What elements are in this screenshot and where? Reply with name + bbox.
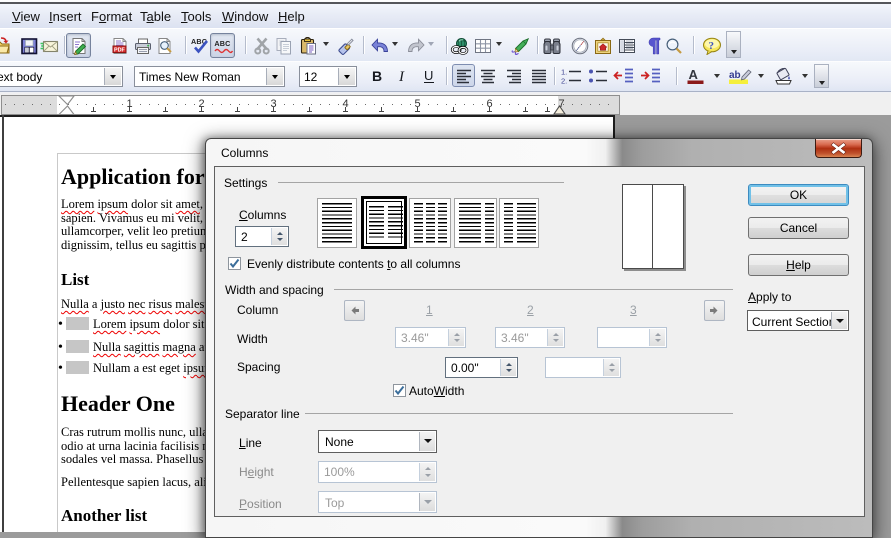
svg-text:1.: 1.	[561, 68, 567, 77]
svg-text:2.: 2.	[561, 77, 567, 86]
svg-text:U: U	[424, 68, 433, 83]
svg-text:I: I	[398, 69, 405, 85]
svg-text:PDF: PDF	[114, 47, 125, 53]
svg-text:?: ?	[709, 40, 715, 52]
svg-text:B: B	[372, 68, 382, 84]
svg-text:ABC: ABC	[214, 39, 230, 48]
svg-text:ab: ab	[729, 70, 741, 81]
svg-text:A: A	[689, 67, 699, 82]
